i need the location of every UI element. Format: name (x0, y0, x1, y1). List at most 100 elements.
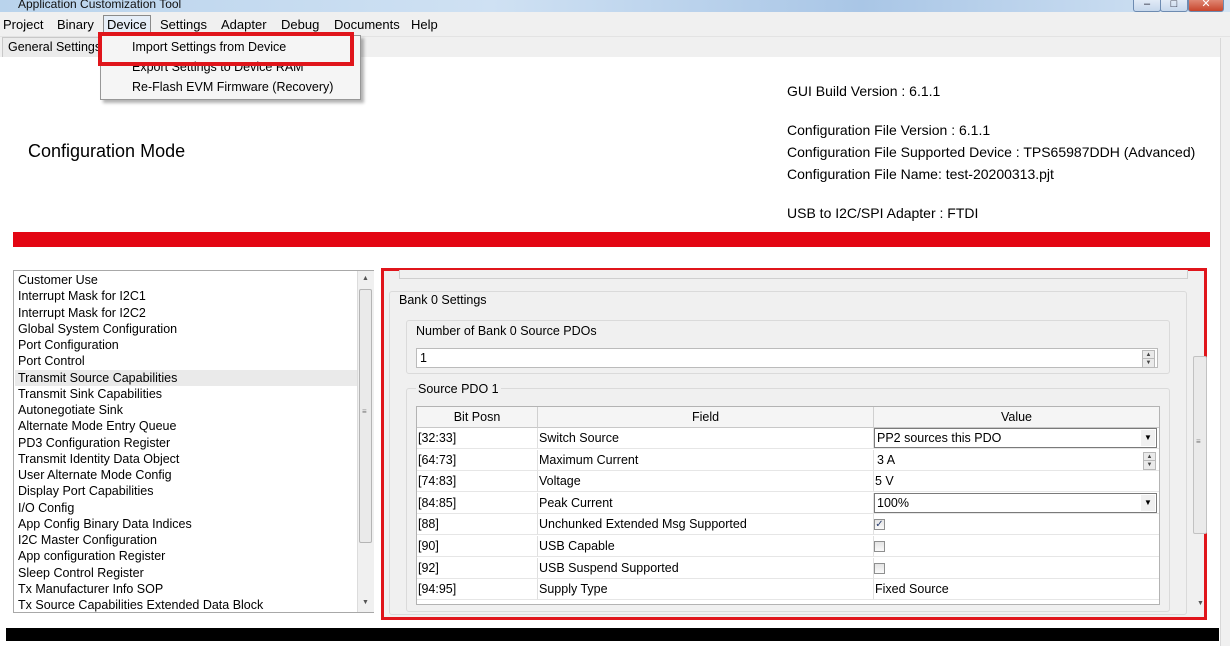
tab-general-settings[interactable]: General Settings (2, 37, 108, 57)
cell-bit-posn: [84:85] (417, 492, 538, 514)
list-scroll-thumb[interactable]: ≡ (359, 289, 372, 543)
menu-documents[interactable]: Documents (334, 17, 400, 32)
list-item[interactable]: User Alternate Mode Config (18, 467, 172, 483)
cell-bit-posn: [90] (417, 536, 538, 557)
cell-value: 5 V (874, 471, 1159, 493)
checkbox[interactable] (874, 541, 885, 552)
header-field: Field (538, 407, 874, 428)
cell-value: 3 A ▲ ▼ (874, 450, 1159, 471)
list-item[interactable]: Transmit Sink Capabilities (18, 386, 162, 402)
num-pdos-value: 1 (420, 351, 427, 365)
config-file-version: Configuration File Version : 6.1.1 (787, 122, 991, 138)
cell-field: Supply Type (538, 579, 874, 601)
list-item[interactable]: App configuration Register (18, 548, 165, 564)
panel-scroll-down-icon[interactable]: ▼ (1197, 600, 1204, 607)
chevron-down-icon[interactable]: ▼ (1141, 430, 1155, 446)
list-item[interactable]: Sleep Control Register (18, 565, 144, 581)
list-item[interactable]: Alternate Mode Entry Queue (18, 418, 176, 434)
adapter-info: USB to I2C/SPI Adapter : FTDI (787, 205, 979, 221)
menu-project[interactable]: Project (3, 17, 43, 32)
value-text: Fixed Source (875, 582, 949, 597)
num-pdos-label: Number of Bank 0 Source PDOs (416, 324, 597, 338)
list-item[interactable]: Customer Use (18, 272, 98, 288)
register-list[interactable]: Customer Use Interrupt Mask for I2C1 Inter… (13, 270, 374, 613)
maximize-button[interactable]: □ (1160, 0, 1188, 12)
cell-bit-posn: [94:95] (417, 579, 538, 601)
num-pdos-spinner[interactable]: ▲ ▼ (416, 348, 1158, 368)
source-pdo-title: Source PDO 1 (416, 382, 501, 396)
bottom-status-bar (6, 628, 1219, 641)
close-button[interactable]: ✕ (1188, 0, 1224, 12)
cell-field: USB Suspend Supported (538, 557, 874, 579)
value-dropdown[interactable]: 100% ▼ (874, 492, 1157, 513)
checkbox[interactable] (874, 562, 885, 574)
header-bit-posn: Bit Posn (417, 407, 538, 428)
cell-field: Maximum Current (538, 449, 874, 471)
cell-value: ✓ (874, 514, 1159, 536)
scroll-up-icon[interactable]: ▲ (362, 275, 369, 282)
menu-debug[interactable]: Debug (281, 17, 319, 32)
gui-build-version: GUI Build Version : 6.1.1 (787, 83, 941, 99)
cell-bit-posn: [92] (417, 557, 538, 579)
list-item[interactable]: App Config Binary Data Indices (18, 516, 192, 532)
previous-group-edge (399, 270, 1188, 279)
cell-value: Fixed Source (874, 579, 1159, 601)
menu-adapter[interactable]: Adapter (221, 17, 267, 32)
dropdown-value: 100% (877, 495, 909, 510)
cell-bit-posn: [88] (417, 514, 538, 536)
cell-value: 100% ▼ (874, 492, 1159, 514)
list-item[interactable]: Autonegotiate Sink (18, 402, 123, 418)
grip-icon: ≡ (1196, 437, 1201, 446)
list-item[interactable]: I2C Master Configuration (18, 532, 157, 548)
menu-reflash-firmware[interactable]: Re-Flash EVM Firmware (Recovery) (132, 80, 333, 94)
window-scrollbar[interactable] (1220, 38, 1230, 646)
cell-field: Unchunked Extended Msg Supported (538, 514, 874, 536)
value-dropdown[interactable]: PP2 sources this PDO ▼ (874, 428, 1157, 448)
list-item[interactable]: Tx Manufacturer Info SOP (18, 581, 163, 597)
list-item[interactable]: Interrupt Mask for I2C2 (18, 305, 146, 321)
cell-field: Peak Current (538, 492, 874, 514)
cell-bit-posn: [74:83] (417, 471, 538, 493)
list-item[interactable]: Port Configuration (18, 337, 119, 353)
list-item[interactable]: Transmit Source Capabilities (15, 369, 357, 386)
value-text: 5 V (875, 474, 894, 489)
cell-value (874, 558, 1159, 579)
cell-value: PP2 sources this PDO ▼ (874, 428, 1159, 449)
bank-0-title: Bank 0 Settings (399, 293, 487, 307)
cell-value (874, 536, 1159, 557)
spinner-value[interactable]: 3 A (875, 453, 895, 467)
cell-field: Voltage (538, 471, 874, 493)
grip-icon: ≡ (362, 407, 367, 416)
status-bar-red (13, 232, 1210, 247)
cell-bit-posn: [64:73] (417, 449, 538, 471)
chevron-down-icon[interactable]: ▼ (1141, 494, 1155, 511)
pdo-table: Bit Posn Field Value [32:33] Switch Sourc… (416, 406, 1160, 605)
menu-help[interactable]: Help (411, 17, 438, 32)
list-item[interactable]: Display Port Capabilities (18, 483, 153, 499)
spin-down-icon[interactable]: ▼ (1143, 459, 1156, 470)
checkbox-checked[interactable]: ✓ (874, 519, 885, 531)
list-item[interactable]: Transmit Identity Data Object (18, 451, 179, 467)
title-bar: Application Customization Tool – □ ✕ (0, 0, 1230, 12)
dropdown-value: PP2 sources this PDO (877, 431, 1002, 445)
menu-settings[interactable]: Settings (160, 17, 207, 32)
cell-bit-posn: [32:33] (417, 428, 538, 449)
list-item[interactable]: Port Control (18, 353, 85, 369)
list-item[interactable]: Tx Source Capabilities Extended Data Blo… (18, 597, 263, 612)
cell-field: Switch Source (538, 428, 874, 449)
panel-scroll-thumb[interactable]: ≡ (1193, 356, 1207, 534)
page-title: Configuration Mode (28, 141, 186, 161)
list-item[interactable]: PD3 Configuration Register (18, 435, 170, 451)
spin-down-icon[interactable]: ▼ (1142, 358, 1155, 368)
list-item[interactable]: Interrupt Mask for I2C1 (18, 288, 146, 304)
scroll-down-icon[interactable]: ▼ (362, 599, 369, 606)
highlight-annotation (98, 32, 354, 66)
menu-binary[interactable]: Binary (57, 17, 94, 32)
minimize-button[interactable]: – (1133, 0, 1161, 12)
header-value: Value (874, 407, 1159, 428)
window-title: Application Customization Tool (18, 0, 182, 11)
cell-field: USB Capable (538, 536, 874, 557)
list-item[interactable]: I/O Config (18, 500, 74, 516)
list-item[interactable]: Global System Configuration (18, 321, 177, 337)
config-file-name: Configuration File Name: test-20200313.p… (787, 166, 1054, 182)
